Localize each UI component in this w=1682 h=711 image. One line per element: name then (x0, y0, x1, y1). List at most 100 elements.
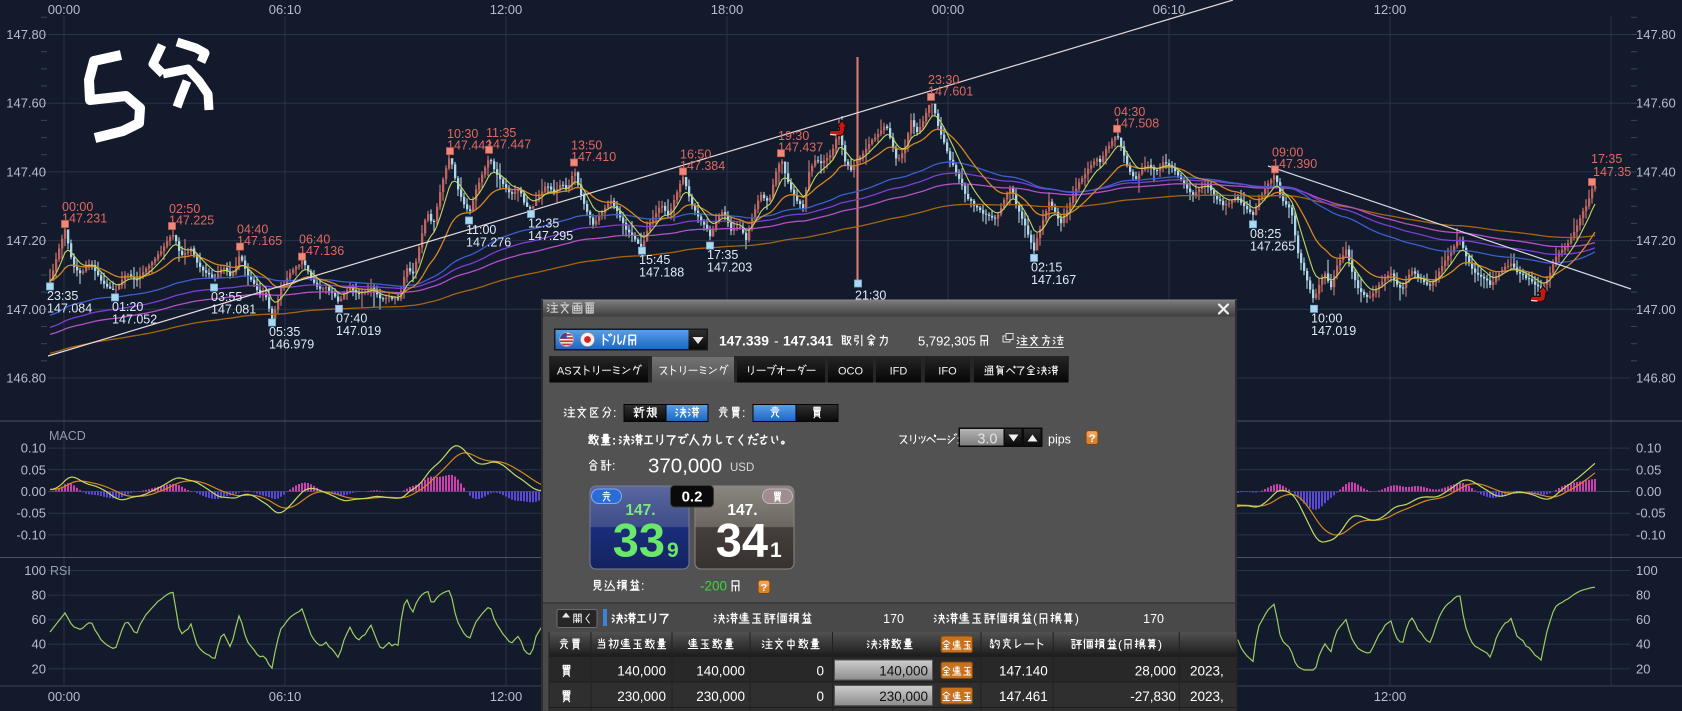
svg-text:100: 100 (24, 563, 46, 578)
svg-text:-: - (774, 334, 779, 349)
svg-text:147.00: 147.00 (6, 302, 46, 317)
svg-text:40: 40 (32, 637, 46, 652)
svg-text:146.80: 146.80 (1636, 371, 1676, 386)
svg-text:IFD: IFD (890, 366, 908, 378)
svg-text:?: ? (1089, 433, 1096, 445)
svg-text:(: ( (1118, 638, 1122, 652)
svg-text:40: 40 (1636, 637, 1650, 652)
svg-text:230,000: 230,000 (617, 689, 666, 704)
svg-text:00:00: 00:00 (932, 2, 965, 17)
svg-text:2023,: 2023, (1190, 689, 1224, 704)
svg-text:147.20: 147.20 (1636, 233, 1676, 248)
svg-text:147.35: 147.35 (1593, 165, 1631, 179)
svg-text:3.0: 3.0 (977, 432, 997, 448)
svg-text:230,000: 230,000 (696, 689, 745, 704)
svg-text:147.40: 147.40 (6, 164, 46, 179)
svg-text:60: 60 (32, 612, 46, 627)
svg-text:0.2: 0.2 (682, 489, 703, 506)
svg-text:/: / (623, 334, 627, 348)
svg-text::: : (641, 579, 644, 593)
svg-text:33: 33 (613, 514, 665, 567)
svg-text:28,000: 28,000 (1135, 664, 1176, 679)
svg-text:140,000: 140,000 (617, 664, 666, 679)
svg-text:06:10: 06:10 (1153, 2, 1186, 17)
svg-text:12:00: 12:00 (490, 2, 523, 17)
svg-text:06:10: 06:10 (269, 689, 302, 704)
svg-text:): ) (1075, 612, 1079, 626)
svg-text:147.341: 147.341 (783, 334, 833, 349)
svg-text:IFO: IFO (938, 366, 957, 378)
svg-text:00:00: 00:00 (48, 689, 81, 704)
svg-text:-0.05: -0.05 (16, 506, 46, 521)
svg-text:146.979: 146.979 (269, 338, 314, 352)
svg-text:147.295: 147.295 (528, 229, 573, 243)
svg-text:-200: -200 (700, 579, 727, 594)
svg-text:-27,830: -27,830 (1130, 689, 1176, 704)
svg-text:147.461: 147.461 (999, 689, 1048, 704)
svg-text:170: 170 (1143, 612, 1164, 626)
svg-text:147.084: 147.084 (47, 301, 92, 315)
svg-text::: : (613, 406, 616, 420)
svg-text:147.052: 147.052 (112, 312, 157, 326)
svg-text:147.140: 147.140 (999, 664, 1048, 679)
svg-text:-0.10: -0.10 (1636, 527, 1666, 542)
svg-text:AS: AS (557, 366, 572, 378)
svg-text:20: 20 (32, 661, 46, 676)
svg-text::: : (742, 406, 745, 420)
svg-text:170: 170 (883, 612, 904, 626)
svg-text:146.80: 146.80 (6, 371, 46, 386)
svg-text:34: 34 (716, 514, 768, 567)
svg-text:147.20: 147.20 (6, 233, 46, 248)
svg-text:147.167: 147.167 (1031, 273, 1076, 287)
svg-text:147.40: 147.40 (1636, 164, 1676, 179)
svg-text:0.05: 0.05 (1636, 462, 1661, 477)
svg-text:147.60: 147.60 (6, 96, 46, 111)
svg-text:): ) (1158, 638, 1162, 652)
svg-text:147.00: 147.00 (1636, 302, 1676, 317)
svg-text:RSI: RSI (50, 564, 71, 578)
svg-text:12:00: 12:00 (1374, 689, 1407, 704)
svg-text:147.188: 147.188 (639, 266, 684, 280)
svg-text:0.05: 0.05 (21, 462, 46, 477)
svg-text::: : (612, 434, 616, 448)
svg-text:147.019: 147.019 (1311, 324, 1356, 338)
svg-text:80: 80 (32, 588, 46, 603)
svg-text:147.80: 147.80 (6, 27, 46, 42)
svg-text:147.203: 147.203 (707, 261, 752, 275)
svg-text:06:10: 06:10 (269, 2, 302, 17)
svg-text:20: 20 (1636, 661, 1650, 676)
svg-text:-0.10: -0.10 (16, 527, 46, 542)
svg-text:147.80: 147.80 (1636, 27, 1676, 42)
svg-text:MACD: MACD (49, 429, 86, 443)
svg-text:?: ? (761, 582, 767, 594)
svg-text:100: 100 (1636, 563, 1658, 578)
svg-text:147.081: 147.081 (211, 303, 256, 317)
svg-text:pips: pips (1048, 433, 1071, 447)
svg-text:147.339: 147.339 (719, 334, 769, 349)
svg-text::: : (612, 459, 615, 473)
svg-text:5,792,305: 5,792,305 (918, 334, 976, 349)
svg-text:-0.05: -0.05 (1636, 506, 1666, 521)
svg-text:USD: USD (730, 462, 754, 474)
svg-text:0.00: 0.00 (1636, 484, 1661, 499)
svg-text:9: 9 (667, 539, 679, 562)
svg-text:80: 80 (1636, 588, 1650, 603)
svg-text:147.276: 147.276 (466, 236, 511, 250)
svg-text:140,000: 140,000 (696, 664, 745, 679)
svg-text:1: 1 (770, 539, 782, 562)
svg-text:2023,: 2023, (1190, 664, 1224, 679)
svg-text:12:00: 12:00 (490, 689, 523, 704)
svg-text:140,000: 140,000 (879, 664, 928, 679)
svg-text:0.10: 0.10 (21, 441, 46, 456)
svg-text:0.10: 0.10 (1636, 441, 1661, 456)
svg-text:0: 0 (816, 689, 824, 704)
svg-text:OCO: OCO (838, 366, 864, 378)
svg-text:147.265: 147.265 (1250, 239, 1295, 253)
svg-text:0: 0 (816, 664, 824, 679)
svg-text:147.60: 147.60 (1636, 96, 1676, 111)
svg-text:00:00: 00:00 (48, 2, 81, 17)
svg-text:0.00: 0.00 (21, 484, 46, 499)
svg-text:147.019: 147.019 (336, 324, 381, 338)
svg-text:230,000: 230,000 (879, 689, 928, 704)
svg-text:17:35: 17:35 (1591, 152, 1622, 166)
